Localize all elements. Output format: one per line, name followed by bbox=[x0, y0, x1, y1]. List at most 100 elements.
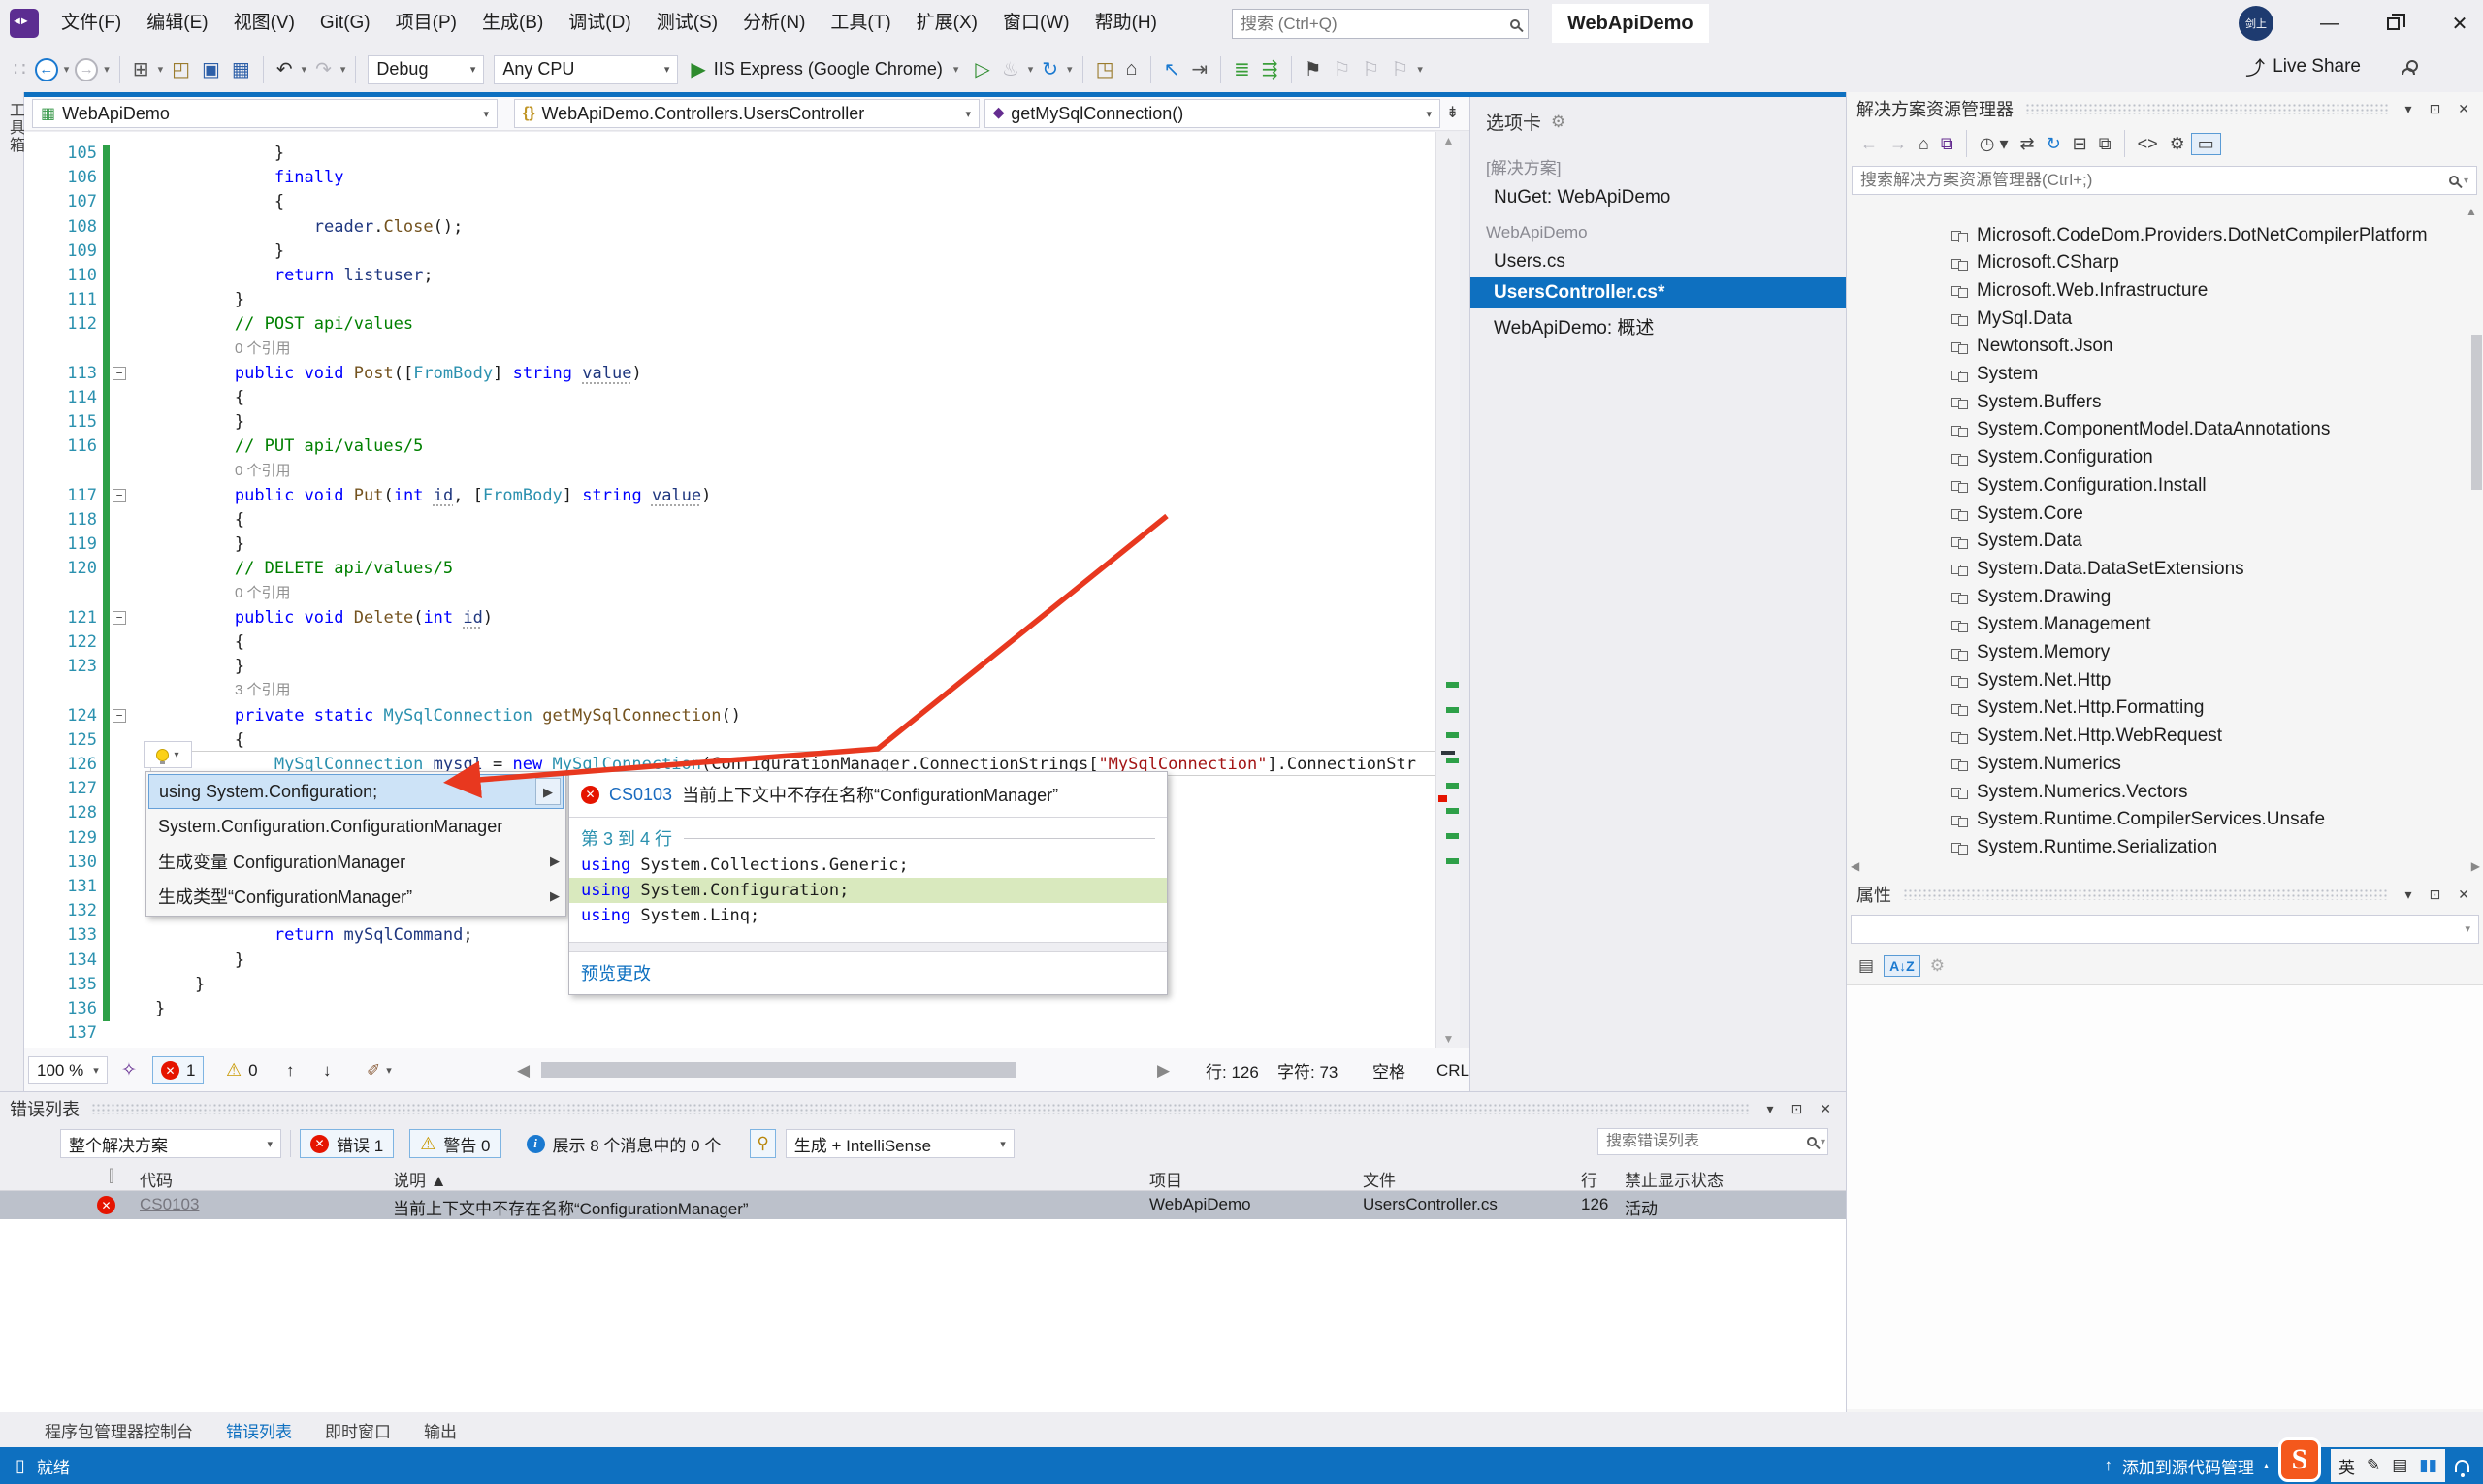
insert-snippet-icon[interactable]: ⇥ bbox=[1185, 57, 1213, 81]
bookmark-icon[interactable]: ⚑ bbox=[1299, 57, 1328, 81]
clear-bookmark-icon[interactable]: ⚐ bbox=[1385, 57, 1414, 81]
column-header-4[interactable]: 行 bbox=[1581, 1167, 1597, 1191]
tree-horizontal-scrollbar[interactable]: ◀ ▶ bbox=[1847, 858, 2483, 875]
ime-sogou-badge[interactable]: S bbox=[2278, 1437, 2321, 1482]
menu-item-8[interactable]: 分析(N) bbox=[730, 0, 818, 47]
messages-toggle[interactable]: i展示 8 个消息中的 0 个 bbox=[517, 1129, 731, 1158]
sync-icon[interactable]: ⇄ bbox=[2014, 134, 2040, 154]
column-header-5[interactable]: 禁止显示状态 bbox=[1625, 1167, 1724, 1191]
properties-object-combo[interactable] bbox=[1851, 915, 2479, 944]
tree-item-reference[interactable]: System.Memory bbox=[1847, 639, 2483, 667]
tree-scrollbar-thumb[interactable] bbox=[2471, 335, 2482, 490]
menu-item-7[interactable]: 测试(S) bbox=[644, 0, 730, 47]
editor-warnings-indicator[interactable]: ⚠0 bbox=[218, 1056, 266, 1084]
prev-issue-icon[interactable]: ↑ bbox=[278, 1056, 303, 1084]
search-caret-icon[interactable]: ▾ bbox=[2464, 176, 2468, 186]
undo-icon[interactable]: ↶ bbox=[271, 57, 299, 81]
refresh-icon[interactable]: ↻ bbox=[1036, 57, 1064, 81]
codelens-references[interactable]: 0 个引用 bbox=[155, 337, 291, 362]
code-icon[interactable]: <> bbox=[2132, 134, 2164, 154]
tree-item-reference[interactable]: System.Numerics.Vectors bbox=[1847, 778, 2483, 806]
pin-icon[interactable]: ⊡ bbox=[2425, 887, 2446, 903]
close-icon[interactable]: ✕ bbox=[2453, 887, 2474, 903]
menu-item-0[interactable]: 文件(F) bbox=[48, 0, 134, 47]
tree-item-reference[interactable]: System.Core bbox=[1847, 500, 2483, 528]
save-all-icon[interactable]: ▦ bbox=[226, 57, 256, 81]
menu-item-12[interactable]: 帮助(H) bbox=[1082, 0, 1170, 47]
space-mode-indicator[interactable]: 空格 bbox=[1365, 1056, 1413, 1084]
categorized-icon[interactable]: ▤ bbox=[1853, 956, 1880, 976]
tree-item-reference[interactable]: System.Runtime.Serialization bbox=[1847, 833, 2483, 860]
menu-item-6[interactable]: 调试(D) bbox=[556, 0, 643, 47]
menu-item-11[interactable]: 窗口(W) bbox=[990, 0, 1082, 47]
filter-icon[interactable]: ⚲ bbox=[750, 1129, 775, 1158]
new-project-icon[interactable]: ⊞ bbox=[127, 57, 155, 81]
tree-item-reference[interactable]: System.Data bbox=[1847, 528, 2483, 556]
menu-item-3[interactable]: Git(G) bbox=[307, 0, 383, 47]
home-icon[interactable]: ⌂ bbox=[1913, 134, 1935, 154]
alphabetical-sort-icon[interactable]: A↓Z bbox=[1884, 955, 1920, 977]
hot-reload-icon[interactable]: ♨ bbox=[996, 57, 1025, 81]
tree-item-reference[interactable]: Microsoft.CodeDom.Providers.DotNetCompil… bbox=[1847, 221, 2483, 249]
tree-item-reference[interactable]: System bbox=[1847, 361, 2483, 389]
column-header-2[interactable]: 项目 bbox=[1149, 1167, 1182, 1191]
preview-changes-link[interactable]: 预览更改 bbox=[569, 952, 1167, 994]
next-bookmark-icon[interactable]: ⚐ bbox=[1357, 57, 1386, 81]
add-to-source-control[interactable]: 添加到源代码管理 bbox=[2122, 1454, 2254, 1478]
tree-item-reference[interactable]: System.Numerics bbox=[1847, 750, 2483, 778]
feedback-person-icon[interactable] bbox=[2402, 68, 2415, 75]
tree-item-reference[interactable]: Newtonsoft.Json bbox=[1847, 333, 2483, 361]
tree-item-reference[interactable]: System.Configuration.Install bbox=[1847, 471, 2483, 500]
ime-language[interactable]: 英 bbox=[2338, 1454, 2355, 1478]
intellicode-icon[interactable]: ✧ bbox=[113, 1056, 145, 1084]
refresh-icon[interactable]: ↻ bbox=[2041, 134, 2067, 154]
tree-item-reference[interactable]: System.Runtime.CompilerServices.Unsafe bbox=[1847, 806, 2483, 834]
pin-icon[interactable]: ⊡ bbox=[1787, 1101, 1808, 1117]
hscroll-right-icon[interactable]: ▶ bbox=[1149, 1056, 1177, 1084]
class-dropdown[interactable]: {} WebApiDemo.Controllers.UsersControlle… bbox=[514, 99, 980, 128]
forward-caret[interactable]: ▾ bbox=[101, 63, 113, 76]
pending-changes-filter-icon[interactable]: ◷ ▾ bbox=[1974, 134, 2015, 154]
outdent-icon[interactable]: ⇶ bbox=[1256, 57, 1284, 81]
member-dropdown[interactable]: ⬥ getMySqlConnection()▾ bbox=[984, 99, 1440, 128]
tree-item-reference[interactable]: System.Drawing bbox=[1847, 583, 2483, 611]
avatar[interactable]: 剑上 bbox=[2239, 6, 2273, 41]
overflow-caret[interactable]: ▾ bbox=[1414, 63, 1426, 76]
error-list-search[interactable]: ▾ bbox=[1597, 1128, 1828, 1155]
submenu-arrow-icon[interactable]: ▶ bbox=[535, 778, 561, 805]
column-header-0[interactable]: 代码 bbox=[140, 1167, 173, 1191]
close-button[interactable]: ✕ bbox=[2436, 0, 2483, 47]
warnings-toggle[interactable]: ⚠警告 0 bbox=[409, 1129, 500, 1158]
column-header-1[interactable]: 说明 ▲ bbox=[393, 1167, 447, 1191]
platform-combo[interactable]: Any CPU▾ bbox=[494, 55, 678, 84]
solution-explorer-search[interactable]: ▾ bbox=[1852, 166, 2477, 195]
chevron-down-icon[interactable]: ▾ bbox=[1762, 1101, 1779, 1117]
chevron-down-icon[interactable]: ▾ bbox=[2401, 887, 2417, 903]
navigate-back-icon[interactable]: ← bbox=[35, 58, 58, 81]
tree-item-reference[interactable]: Microsoft.Web.Infrastructure bbox=[1847, 276, 2483, 305]
close-icon[interactable]: ✕ bbox=[2453, 101, 2474, 117]
codelens-references[interactable]: 3 个引用 bbox=[155, 678, 291, 703]
tree-item-reference[interactable]: System.Net.Http bbox=[1847, 666, 2483, 694]
fold-marker-icon[interactable]: − bbox=[113, 489, 126, 502]
show-all-files-icon[interactable]: ⧉ bbox=[2093, 134, 2117, 154]
editor-errors-indicator[interactable]: ✕1 bbox=[152, 1056, 204, 1084]
error-search-input[interactable] bbox=[1606, 1133, 1807, 1150]
bottom-tab-1[interactable]: 错误列表 bbox=[226, 1418, 292, 1442]
scope-dropdown[interactable]: 整个解决方案▾ bbox=[60, 1129, 281, 1158]
tree-item-reference[interactable]: System.Net.Http.WebRequest bbox=[1847, 723, 2483, 751]
close-icon[interactable]: ✕ bbox=[1815, 1101, 1836, 1117]
ime-toolbar[interactable]: 英 ✎ ▤ ▮▮ bbox=[2331, 1449, 2445, 1482]
switch-views-icon[interactable]: ⧉ bbox=[1935, 134, 1959, 154]
next-issue-icon[interactable]: ↓ bbox=[315, 1056, 339, 1084]
tree-item-reference[interactable]: System.Buffers bbox=[1847, 388, 2483, 416]
restore-button[interactable] bbox=[2370, 0, 2416, 47]
redo-icon[interactable]: ↷ bbox=[309, 57, 338, 81]
menu-item-1[interactable]: 编辑(E) bbox=[134, 0, 220, 47]
refresh-caret[interactable]: ▾ bbox=[1064, 63, 1076, 76]
back-caret[interactable]: ▾ bbox=[61, 63, 73, 76]
bottom-tab-0[interactable]: 程序包管理器控制台 bbox=[45, 1418, 193, 1442]
tree-item-reference[interactable]: System.Data.DataSetExtensions bbox=[1847, 555, 2483, 583]
navigate-forward-icon[interactable]: → bbox=[75, 58, 98, 81]
menu-item-5[interactable]: 生成(B) bbox=[469, 0, 556, 47]
